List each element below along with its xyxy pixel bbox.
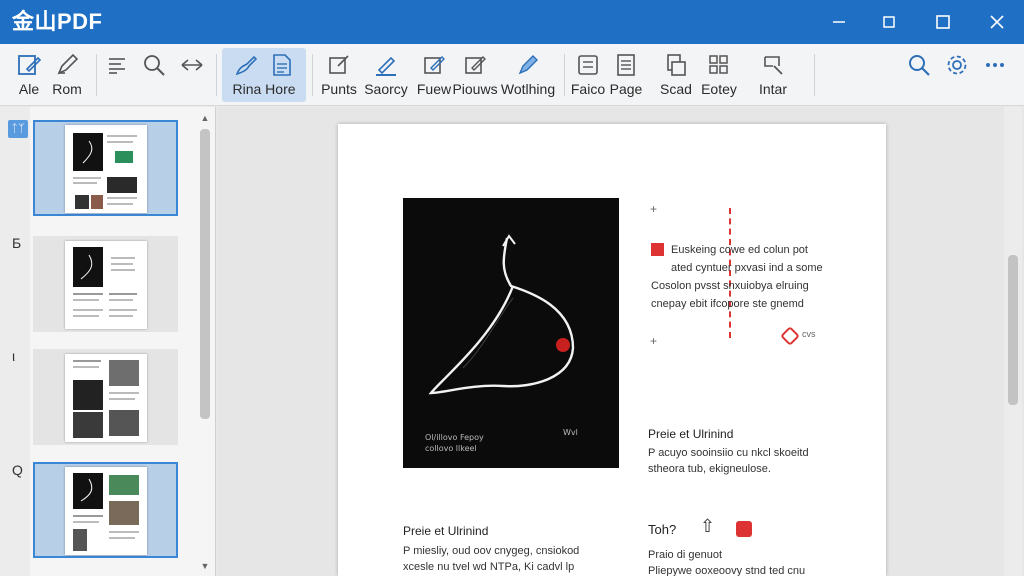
tool-punts[interactable]: Punts [318, 48, 360, 102]
thumbnail-page-1[interactable] [33, 120, 178, 216]
annotate-icon [233, 52, 259, 78]
gear-icon [944, 52, 970, 78]
page-text-icon [269, 52, 295, 78]
pin-icon[interactable]: ᛏᛉ [8, 120, 28, 138]
thumbnail-rail [0, 107, 30, 576]
thumbnail-preview [65, 241, 147, 329]
tool-rom[interactable]: Rom [48, 48, 86, 102]
sidebar-scroll-thumb[interactable] [200, 129, 210, 419]
tool-eotey[interactable]: Eotey [698, 48, 740, 102]
scroll-up-icon[interactable]: ▲ [200, 113, 210, 123]
thumbnail-preview [65, 125, 147, 213]
tool-rina-hore[interactable]: Rina Hore [222, 48, 306, 102]
thumbnail-number: ι [12, 348, 16, 364]
tool-saorcy[interactable]: Saorcy [362, 48, 410, 102]
more-button[interactable] [980, 48, 1010, 102]
more-icon [982, 52, 1008, 78]
toolbar-separator [564, 54, 565, 96]
tool-scad[interactable]: Scad [656, 48, 696, 102]
lasso-icon [760, 52, 786, 78]
maximize-button[interactable] [918, 0, 968, 44]
sidebar-scrollbar[interactable]: ▲ ▼ [198, 111, 212, 573]
tool-fuew[interactable]: Fuew [416, 48, 452, 102]
annotation-text: ated cyntuer pxvasi ind a some [671, 262, 823, 274]
page-icon [613, 52, 639, 78]
tool-intar[interactable]: Intar [752, 48, 794, 102]
settings-button[interactable] [942, 48, 972, 102]
grid-icon [706, 52, 732, 78]
section-heading: Preie et Ulrinind [403, 524, 489, 538]
close-button[interactable] [972, 0, 1022, 44]
close-icon [990, 15, 1004, 29]
thumbnail-preview [65, 354, 147, 442]
pencil-icon [54, 52, 80, 78]
artwork-image: Ol/illovo Fepoy collovo llkeel Wvl [403, 198, 619, 468]
paragraph: xcesle nu tvel wd NTPa, Ki cadvl lp [403, 561, 575, 573]
edit-icon [16, 52, 42, 78]
search-icon [906, 52, 932, 78]
toolbar-separator [312, 54, 313, 96]
tool-zoom[interactable] [140, 48, 168, 102]
tool-faico[interactable]: Faico [570, 48, 606, 102]
document-scroll-thumb[interactable] [1008, 255, 1018, 405]
list-icon [105, 52, 131, 78]
thumbnail-sidebar: ᛏᛉ B Б [0, 107, 216, 576]
toolbar-separator [216, 54, 217, 96]
annotation-text: cnepay ebit ifcopore ste gnemd [651, 298, 804, 310]
restore-button[interactable] [864, 0, 914, 44]
annotation-text: Cosolon pvsst snxuiobya elruing [651, 280, 809, 292]
form-icon [575, 52, 601, 78]
document-view: Ol/illovo Fepoy collovo llkeel Wvl + + E… [217, 107, 1024, 576]
minimize-icon [833, 21, 845, 23]
tag-label: cvs [802, 329, 816, 339]
thumbnail-number: Б [12, 235, 22, 251]
thumbnail-page-4[interactable] [33, 462, 178, 558]
toolbar: Ale Rom Rina Hore Punts Saorcy Fuew Piou… [0, 44, 1024, 106]
crosshair-icon: + [650, 202, 658, 216]
minimize-button[interactable] [814, 0, 864, 44]
tool-ale[interactable]: Ale [10, 48, 48, 102]
resize-icon [179, 52, 205, 78]
arrow-up-icon: ⇧ [700, 516, 716, 536]
toolbar-separator [96, 54, 97, 96]
crop-edit-icon [462, 52, 488, 78]
toolbar-separator [814, 54, 815, 96]
search-button[interactable] [904, 48, 934, 102]
thumbnail-preview [65, 467, 147, 555]
title-bar: 金山PDF [0, 0, 1024, 44]
paragraph: Pliepywe ooxeoovy stnd ted cnu [648, 565, 806, 576]
crosshair-icon: + [650, 334, 658, 348]
scroll-down-icon[interactable]: ▼ [200, 561, 210, 571]
thumbnail-page-2[interactable] [33, 236, 178, 332]
restore-icon [883, 16, 895, 28]
artwork-drawing [428, 234, 575, 395]
tool-list[interactable] [104, 48, 132, 102]
tool-page[interactable]: Page [608, 48, 644, 102]
tool-piouws[interactable]: Piouws [452, 48, 498, 102]
crop-icon [326, 52, 352, 78]
zoom-icon [141, 52, 167, 78]
pdf-page: Ol/illovo Fepoy collovo llkeel Wvl + + E… [338, 124, 886, 576]
annotation-text: Euskeing cowe ed colun pot [671, 244, 808, 256]
paragraph: stheora tub, ekigneulose. [648, 463, 771, 475]
thumbnail-page-3[interactable] [33, 349, 178, 445]
maximize-icon [936, 15, 950, 29]
section-heading: Toh? [648, 522, 677, 537]
app-title: 金山PDF [12, 9, 103, 34]
red-marker-icon [651, 243, 664, 256]
red-plus-icon [736, 521, 752, 537]
tool-resize[interactable] [178, 48, 206, 102]
document-scrollbar[interactable] [1004, 107, 1022, 576]
thumbnail-number: Q [12, 462, 23, 478]
red-tag-icon [780, 326, 800, 346]
crop-edit-icon [421, 52, 447, 78]
scan-icon [663, 52, 689, 78]
marker-icon [515, 52, 541, 78]
artwork-caption: collovo llkeel [425, 444, 477, 453]
section-heading: Preie et Ulrinind [648, 427, 734, 441]
tool-wotlhing[interactable]: Wotlhing [498, 48, 558, 102]
artwork-caption: Ol/illovo Fepoy [425, 433, 484, 442]
artwork-caption: Wvl [563, 428, 578, 437]
highlight-icon [373, 52, 399, 78]
